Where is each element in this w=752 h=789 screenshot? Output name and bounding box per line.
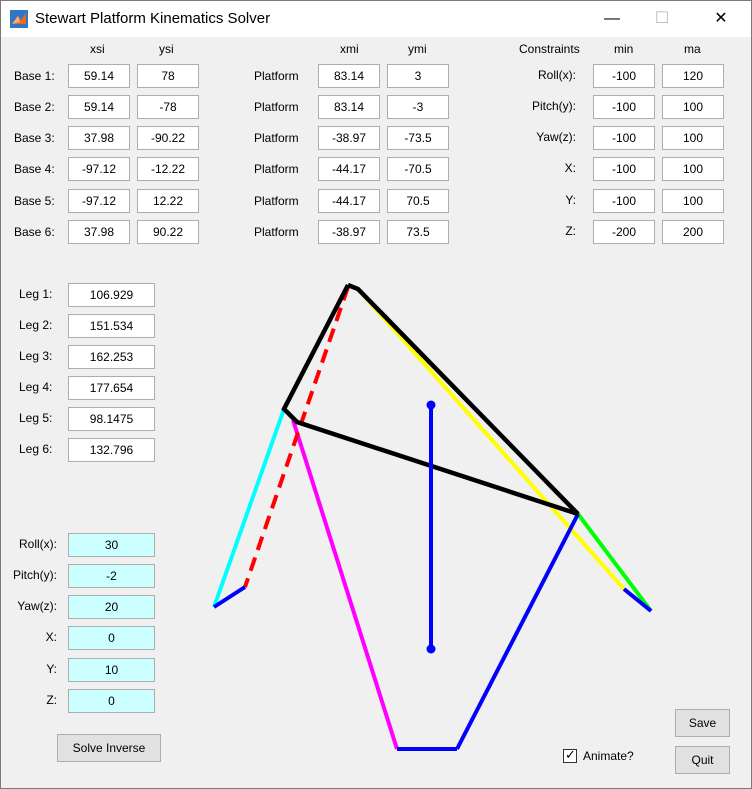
- leg-6-line: [356, 287, 626, 591]
- checkmark-icon: ✓: [565, 747, 576, 762]
- platform-plot: [212, 282, 653, 751]
- leg-3-line: [291, 419, 399, 750]
- leg-5-line: [576, 512, 653, 613]
- animate-checkbox[interactable]: ✓: [563, 747, 577, 763]
- quit-button[interactable]: Quit: [675, 746, 730, 774]
- leg-4-line: [455, 513, 580, 750]
- animate-label: Animate?: [583, 749, 634, 763]
- solve-inverse-button[interactable]: Solve Inverse: [57, 734, 161, 762]
- axis-bottom-point: [426, 644, 436, 654]
- axis-top-point: [426, 400, 436, 410]
- save-button[interactable]: Save: [675, 709, 730, 737]
